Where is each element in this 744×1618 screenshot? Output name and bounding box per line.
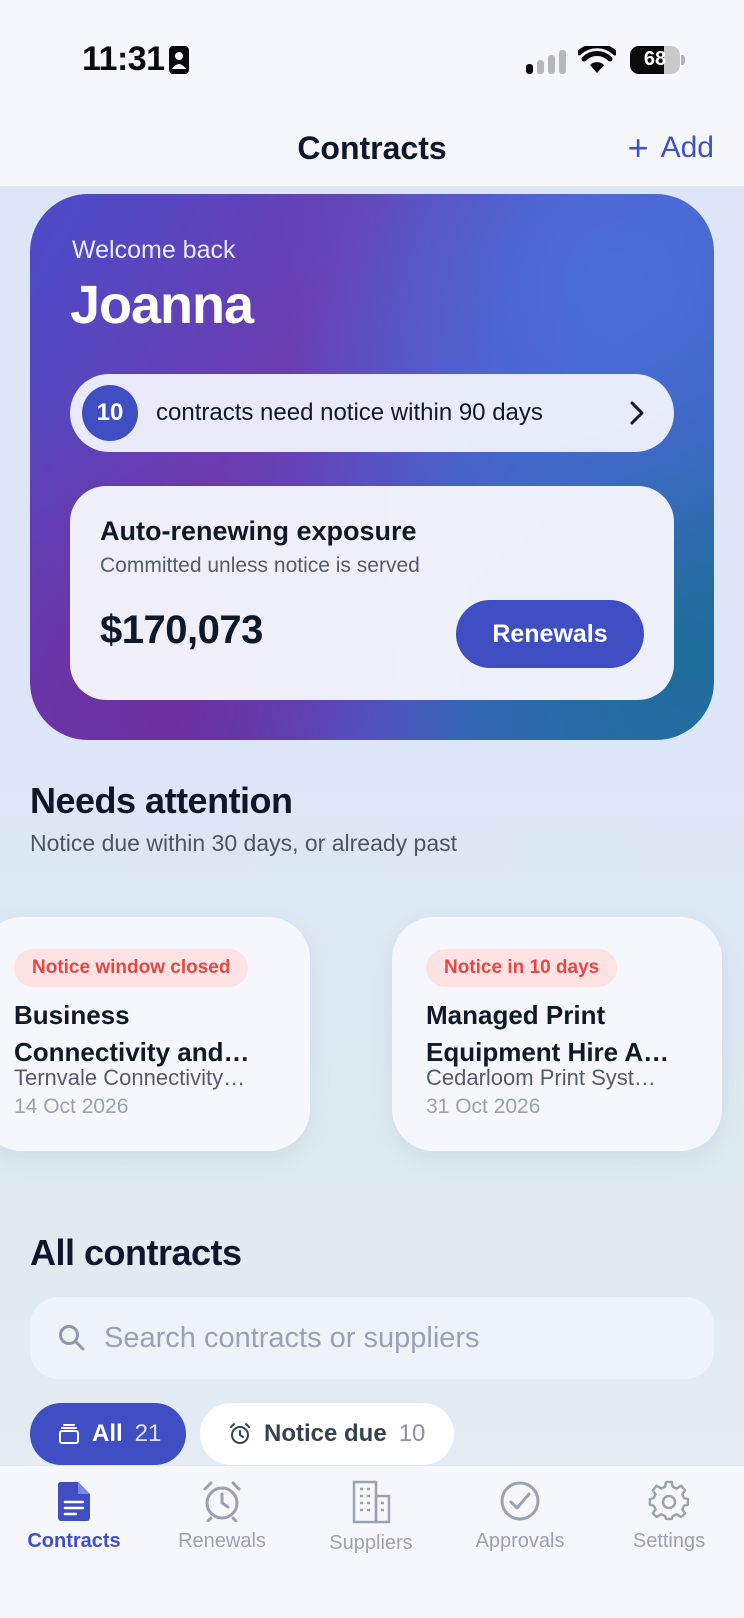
user-name: Joanna — [70, 275, 254, 335]
notice-date: 14 Oct 2026 — [14, 1095, 129, 1118]
tab-label: Suppliers — [329, 1532, 413, 1554]
notice-summary-button[interactable]: 10 contracts need notice within 90 days — [70, 374, 674, 452]
exposure-title: Auto-renewing exposure — [100, 516, 417, 546]
add-contract-button[interactable]: + Add — [628, 128, 714, 168]
status-time: 11:31 — [82, 40, 165, 78]
tab-approvals[interactable]: Approvals — [446, 1480, 594, 1580]
plus-icon: + — [627, 127, 649, 168]
stack-icon — [59, 1424, 79, 1444]
chevron-right-icon — [630, 401, 644, 425]
chip-label: Notice due — [264, 1420, 387, 1447]
check-circle-icon — [500, 1481, 540, 1521]
exposure-card: Auto-renewing exposure Committed unless … — [70, 486, 674, 700]
exposure-amount: $170,073 — [100, 608, 263, 652]
tab-label: Contracts — [27, 1530, 121, 1552]
tab-label: Settings — [632, 1530, 706, 1552]
chip-count: 10 — [398, 1420, 426, 1447]
building-icon — [352, 1480, 391, 1524]
attention-card[interactable]: Notice window closed Business Connectivi… — [0, 917, 310, 1151]
chip-count: 21 — [134, 1420, 162, 1447]
search-icon — [59, 1325, 85, 1351]
all-contracts-title: All contracts — [30, 1232, 242, 1273]
tab-renewals[interactable]: Renewals — [148, 1480, 296, 1580]
notice-summary-text: contracts need notice within 90 days — [156, 399, 543, 426]
alarm-clock-icon — [203, 1481, 241, 1522]
add-button-label: Add — [660, 131, 714, 164]
alarm-clock-icon — [230, 1423, 250, 1444]
gear-icon — [648, 1480, 690, 1521]
notice-count-badge: 10 — [82, 385, 138, 441]
exposure-subtitle: Committed unless notice is served — [100, 554, 420, 577]
contract-title: Business Connectivity and… — [14, 1000, 250, 1067]
navigation-bar: Contracts + Add — [0, 122, 744, 186]
notice-status-badge: Notice in 10 days — [426, 949, 618, 987]
needs-attention-subtitle: Notice due within 30 days, or already pa… — [30, 830, 458, 856]
tab-bar: Contracts Renewals Suppliers Approvals S… — [0, 1465, 744, 1618]
battery-indicator: 68 — [630, 46, 685, 74]
id-card-icon — [169, 46, 189, 74]
tab-contracts[interactable]: Contracts — [0, 1480, 148, 1580]
tab-suppliers[interactable]: Suppliers — [297, 1480, 445, 1580]
chip-label: All — [92, 1420, 123, 1447]
contract-title: Managed Print Equipment Hire A… — [426, 1000, 670, 1067]
supplier-name: Cedarloom Print Syst… — [426, 1065, 656, 1090]
document-icon — [57, 1482, 90, 1521]
battery-percent: 68 — [643, 48, 667, 70]
search-input[interactable] — [104, 1321, 664, 1355]
search-bar — [30, 1297, 714, 1379]
notice-status-badge: Notice window closed — [14, 949, 249, 987]
tab-settings[interactable]: Settings — [595, 1480, 743, 1580]
welcome-hero-card: Welcome back Joanna 10 contracts need no… — [30, 194, 714, 740]
wifi-icon — [578, 46, 616, 73]
filter-chip-notice-due[interactable]: Notice due 10 — [200, 1403, 454, 1465]
attention-card[interactable]: Notice in 10 days Managed Print Equipmen… — [392, 917, 722, 1151]
status-bar: 11:31 68 — [0, 0, 744, 122]
needs-attention-title: Needs attention — [30, 780, 293, 821]
supplier-name: Ternvale Connectivity… — [14, 1065, 246, 1090]
cellular-signal-icon — [526, 50, 566, 74]
tab-label: Approvals — [475, 1530, 565, 1552]
tab-label: Renewals — [178, 1530, 266, 1552]
filter-chip-all[interactable]: All 21 — [30, 1403, 186, 1465]
notice-date: 31 Oct 2026 — [426, 1095, 541, 1118]
welcome-text: Welcome back — [72, 236, 236, 264]
renewals-button[interactable]: Renewals — [456, 600, 644, 668]
